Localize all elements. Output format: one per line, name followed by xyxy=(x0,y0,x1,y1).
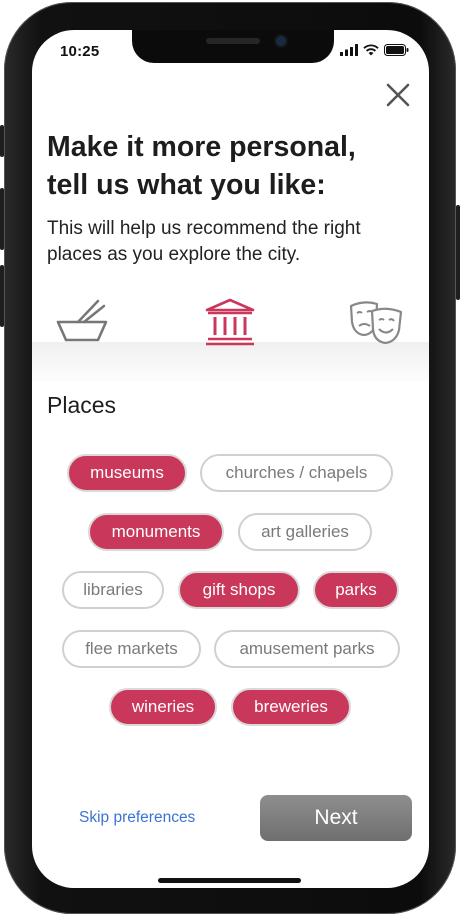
status-icons xyxy=(340,44,409,56)
notch xyxy=(132,30,334,63)
chip-flee-markets[interactable]: flee markets xyxy=(62,630,201,668)
chip-churches-chapels[interactable]: churches / chapels xyxy=(200,454,393,492)
museum-icon[interactable] xyxy=(204,298,256,346)
volume-up-button xyxy=(0,188,4,250)
skip-preferences-link[interactable]: Skip preferences xyxy=(79,809,195,827)
app-screen: 10:25 Make it more personal, tell us wha… xyxy=(32,30,429,888)
page-title: Make it more personal, tell us what you … xyxy=(47,128,407,204)
food-bowl-icon[interactable] xyxy=(54,298,110,346)
subtitle-line: places as you explore the city. xyxy=(47,244,301,265)
section-title: Places xyxy=(47,392,117,418)
chip-parks[interactable]: parks xyxy=(313,571,399,609)
next-button[interactable]: Next xyxy=(260,795,412,841)
theater-masks-icon[interactable] xyxy=(348,298,406,346)
category-divider xyxy=(32,342,429,382)
wifi-icon xyxy=(363,44,379,56)
page-subtitle: This will help us recommend the right pl… xyxy=(47,216,417,268)
chip-museums[interactable]: museums xyxy=(67,454,187,492)
title-line: Make it more personal, xyxy=(47,131,356,163)
mute-switch xyxy=(0,125,4,157)
home-indicator[interactable] xyxy=(158,878,301,883)
status-time: 10:25 xyxy=(60,43,100,60)
chip-art-galleries[interactable]: art galleries xyxy=(238,513,372,551)
chip-gift-shops[interactable]: gift shops xyxy=(178,571,300,609)
front-camera xyxy=(276,36,286,46)
chip-monuments[interactable]: monuments xyxy=(88,513,224,551)
power-button xyxy=(456,205,460,300)
subtitle-line: This will help us recommend the right xyxy=(47,218,361,239)
volume-down-button xyxy=(0,265,4,327)
speaker xyxy=(206,38,260,44)
chip-breweries[interactable]: breweries xyxy=(231,688,351,726)
chip-libraries[interactable]: libraries xyxy=(62,571,164,609)
signal-icon xyxy=(340,44,358,56)
battery-icon xyxy=(384,44,409,56)
close-icon[interactable] xyxy=(383,80,413,110)
title-line: tell us what you like: xyxy=(47,169,326,201)
chip-amusement-parks[interactable]: amusement parks xyxy=(214,630,400,668)
chip-wineries[interactable]: wineries xyxy=(109,688,217,726)
